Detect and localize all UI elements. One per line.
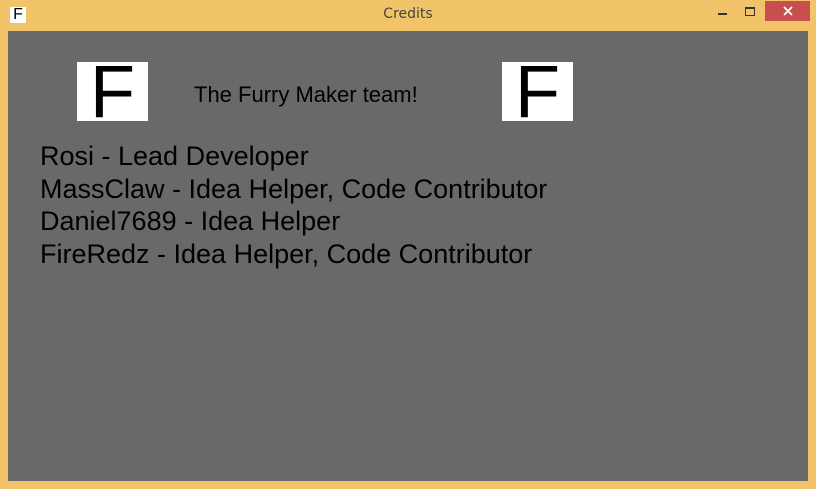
team-title: The Furry Maker team!: [194, 82, 418, 107]
window-title: Credits: [383, 6, 433, 22]
credits-panel: F The Furry Maker team! F Rosi - Lead De…: [8, 31, 808, 481]
credits-window: F Credits F The Furry Maker team! F Rosi…: [0, 0, 816, 489]
title-bar[interactable]: F Credits: [0, 0, 816, 30]
credit-line: Daniel7689 - Idea Helper: [40, 206, 341, 236]
close-button[interactable]: [765, 1, 810, 21]
maximize-button[interactable]: [736, 1, 764, 21]
minimize-button[interactable]: [707, 1, 737, 21]
credit-line: MassClaw - Idea Helper, Code Contributor: [40, 173, 548, 204]
credit-line: Rosi - Lead Developer: [40, 141, 309, 171]
close-icon: [782, 6, 793, 16]
logo-image-right: F: [502, 62, 573, 121]
logo-image-left: F: [77, 62, 148, 121]
credits-list: Rosi - Lead Developer MassClaw - Idea He…: [40, 140, 547, 270]
minimize-icon: [717, 13, 727, 15]
maximize-icon: [745, 6, 755, 16]
credit-line: FireRedz - Idea Helper, Code Contributor: [40, 238, 533, 269]
